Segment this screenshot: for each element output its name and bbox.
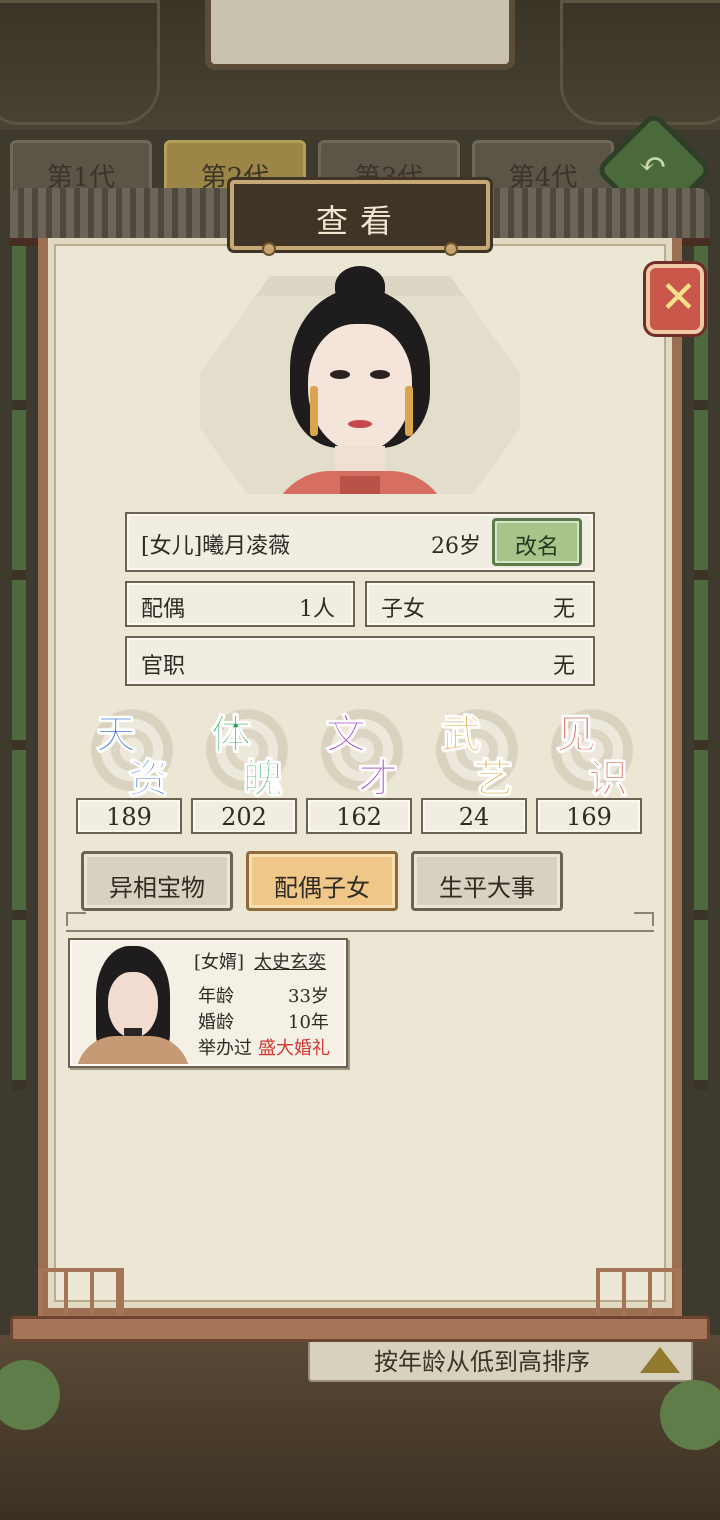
character-name: [女儿]曦月凌薇 <box>141 534 291 559</box>
stat-value-knowledge: 169 <box>536 798 642 834</box>
children-count-row: 子女 无 <box>365 581 595 627</box>
close-button[interactable]: ✕ <box>646 264 704 334</box>
wedding-type: 盛大婚礼 <box>258 1038 330 1059</box>
stat-literary: 文 才 <box>310 700 414 803</box>
portrait-face <box>308 324 412 452</box>
tab-life-events[interactable]: 生平大事 <box>411 851 563 911</box>
close-icon: ✕ <box>660 272 697 323</box>
plaque-stud <box>444 242 458 256</box>
corner-lattice-left <box>38 1268 124 1316</box>
office-row: 官职 无 <box>125 636 595 686</box>
divider-end <box>66 912 86 926</box>
portrait-hair-bun <box>335 266 385 306</box>
marriage-age-label: 婚龄 <box>198 1012 234 1033</box>
stat-value-physique: 202 <box>191 798 297 834</box>
office-label: 官职 <box>141 654 186 679</box>
office-value: 无 <box>552 654 575 679</box>
corner-lattice-right <box>596 1268 682 1316</box>
dialog-title: 查看 <box>315 202 404 240</box>
stat-value-talent: 189 <box>76 798 182 834</box>
wall-painting <box>205 0 515 70</box>
scroll-bottom-rod <box>10 1316 710 1342</box>
stat-physique: 体 魄 <box>195 700 299 803</box>
section-divider <box>66 918 654 932</box>
sort-label: 按年龄从低到高排序 <box>374 1348 590 1376</box>
spouse-label: 配偶 <box>141 597 186 622</box>
stat-martial: 武 艺 <box>425 700 529 803</box>
divider-end <box>634 912 654 926</box>
lattice-decoration-left <box>0 0 160 125</box>
spouse-relation: [女婿] <box>194 952 245 973</box>
character-age: 26岁 <box>431 534 481 559</box>
plaque-stud <box>262 242 276 256</box>
stat-talent: 天 资 <box>80 700 184 803</box>
children-count: 无 <box>552 597 575 622</box>
portrait-lips <box>348 420 372 428</box>
sort-arrow-icon <box>640 1347 680 1373</box>
portrait-dress-inner <box>340 476 380 494</box>
spouse-avatar <box>74 944 192 1064</box>
stat-value-martial: 24 <box>421 798 527 834</box>
stat-char: 资 <box>128 755 169 803</box>
stat-char: 才 <box>358 755 399 803</box>
tab-treasures[interactable]: 异相宝物 <box>81 851 233 911</box>
character-portrait <box>200 266 520 494</box>
rename-button[interactable]: 改名 <box>492 518 582 566</box>
tab-spouse-children[interactable]: 配偶子女 <box>246 851 398 911</box>
earring-tassel <box>310 386 318 436</box>
wedding-prefix: 举办过 <box>198 1038 252 1059</box>
avatar-robe <box>76 1036 190 1064</box>
spouse-card[interactable]: [女婿] 太史玄奕 年龄 33岁 婚龄 10年 举办过 盛大婚礼 <box>68 938 348 1068</box>
spouse-name: 太史玄奕 <box>254 952 326 973</box>
marriage-age-value: 10年 <box>288 1012 329 1033</box>
portrait-eye <box>370 370 390 379</box>
stat-char: 艺 <box>473 755 514 803</box>
spouse-count-row: 配偶 1人 <box>125 581 355 627</box>
stat-char: 识 <box>588 755 629 803</box>
spouse-age-value: 33岁 <box>288 986 329 1007</box>
stat-char: 魄 <box>243 755 284 803</box>
stat-knowledge: 见 识 <box>540 700 644 803</box>
spouse-age-label: 年龄 <box>198 986 234 1007</box>
spouse-count: 1人 <box>299 597 335 622</box>
back-arrow-icon: ↶ <box>638 144 668 185</box>
portrait-eye <box>330 370 350 379</box>
earring-tassel <box>405 386 413 436</box>
lattice-decoration-right <box>560 0 720 125</box>
children-label: 子女 <box>381 597 426 622</box>
title-plaque: 查看 <box>230 180 490 256</box>
stat-value-literary: 162 <box>306 798 412 834</box>
